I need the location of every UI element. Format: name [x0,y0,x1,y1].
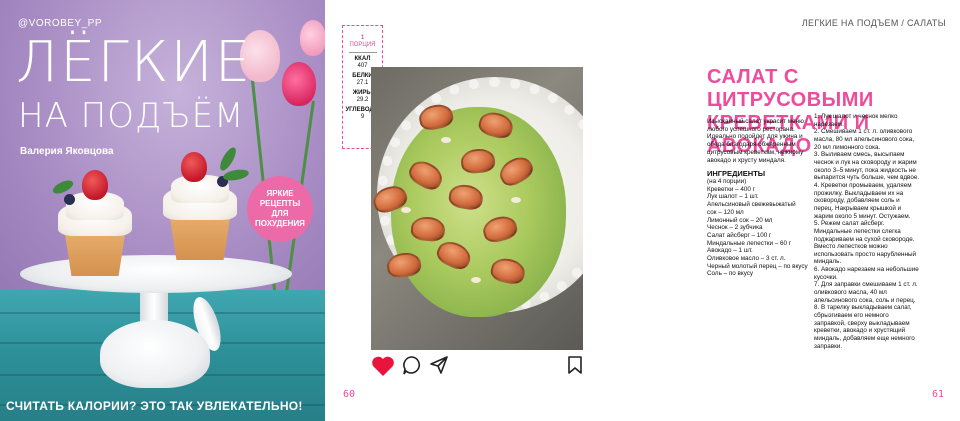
strawberry [82,170,108,200]
cupcake [163,145,250,260]
bookmark-icon[interactable] [567,355,583,375]
tulip-flower [300,20,325,56]
portion-label: ПОРЦИЯ [349,42,376,48]
cover-title: ЛЁГКИЕ [16,30,253,95]
cover-badge: ЯРКИЕ РЕЦЕПТЫ ДЛЯ ПОХУДЕНИЯ [247,176,313,242]
ingredients-heading: ИНГРЕДИЕНТЫ [707,169,766,178]
recipe-step: 8. В тарелку выкладываем салат, сбрызгив… [814,304,915,350]
ingredient-item: Чеснок – 2 зубчика [707,224,763,232]
recipe-step: 6. Авокадо нарезаем на небольшие кусочки… [814,266,919,281]
ingredient-item: Апельсиновый свежевыжатый [707,201,796,209]
almond-flake [401,207,411,213]
heart-icon[interactable] [371,355,395,377]
left-page: 1 ПОРЦИЯ ККАЛ 407 БЕЛКИ 27.1 ЖИРЫ 29.2 У… [325,0,642,421]
cover-handle: @VOROBEY_PP [18,18,103,29]
page-number: 61 [932,389,945,400]
ingredient-item: Соль – по вкусу [707,270,754,278]
cupcake [50,168,132,276]
almond-flake [441,137,451,143]
ingredient-item: Миндальные лепестки – 60 г [707,239,792,247]
salad-leaves [391,107,566,317]
bunny-figurine [100,320,210,388]
recipe-step: 1. Лук шалот и чеснок мелко нарезаем. [814,113,898,128]
almond-flake [511,197,521,203]
portion-count: 1 [360,35,365,41]
comment-icon[interactable] [402,355,422,375]
ingredient-item: Лук шалот – 1 шт. [707,193,759,201]
recipe-step: 7. Для заправки смешиваем 1 ст. л. оливк… [814,281,918,304]
share-icon[interactable] [429,355,449,375]
recipe-step: 2. Смешиваем 1 ст. л. оливкового масла, … [814,128,915,151]
blueberry [64,194,75,205]
ingredient-item: Креветки – 400 г [707,185,755,193]
book-cover: @VOROBEY_PP ЛЁГКИЕ НА ПОДЪЁМ Валерия Яко… [0,0,325,421]
recipe-step: 5. Режем салат айсберг. Миндальные лепес… [814,220,917,266]
almond-flake [471,277,481,283]
page-number: 60 [343,389,356,400]
recipe-intro: Изысканный салат украсит меню любого усп… [707,118,804,164]
ingredient-item: сок – 120 мл [707,208,744,216]
tulip-flower [282,62,316,106]
running-head: ЛЕГКИЕ НА ПОДЪЕМ / САЛАТЫ [801,18,946,28]
ingredient-item: Черный молотый перец – по вкусу [707,262,808,270]
recipe-step: 4. Креветки промываем, удаляем прожилку.… [814,181,912,220]
ingredient-item: Оливковое масло – 3 ст. л. [707,255,786,263]
recipe-step: 3. Выливаем смесь, высыпаем чеснок и лук… [814,151,920,182]
cover-author: Валерия Яковцова [20,146,114,157]
salad-photo [371,67,583,350]
kcal-label: ККАЛ [354,56,371,62]
ingredient-item: Авокадо – 1 шт. [707,247,753,255]
ingredients-list: (на 4 порции) Креветки – 400 г Лук шалот… [707,178,811,278]
recipe-steps: 1. Лук шалот и чеснок мелко нарезаем. 2.… [814,113,920,350]
ingredient-item: Салат айсберг – 100 г [707,231,772,239]
cover-slogan: СЧИТАТЬ КАЛОРИИ? ЭТО ТАК УВЛЕКАТЕЛЬНО! [6,399,303,413]
right-page: ЛЕГКИЕ НА ПОДЪЕМ / САЛАТЫ САЛАТ С ЦИТРУС… [642,0,960,421]
mint-leaf [217,145,239,173]
strawberry [181,152,207,182]
recipe-title-line: САЛАТ С ЦИТРУСОВЫМИ [707,66,874,111]
badge-text: ЯРКИЕ РЕЦЕПТЫ ДЛЯ ПОХУДЕНИЯ [255,189,305,228]
ingredient-item: (на 4 порции) [707,178,747,185]
cover-subtitle: НА ПОДЪЁМ [18,96,245,136]
